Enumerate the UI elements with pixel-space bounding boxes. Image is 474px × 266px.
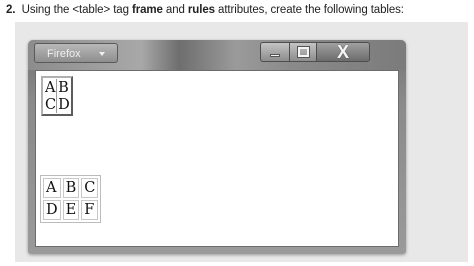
table-row: A B xyxy=(44,79,70,96)
question-number: 2. xyxy=(6,4,16,16)
minimize-icon xyxy=(270,54,280,57)
chevron-down-icon xyxy=(99,52,105,56)
table-row: A B C xyxy=(43,178,99,198)
table-cell: C xyxy=(45,96,58,113)
question-tag: <table> xyxy=(72,4,111,16)
close-button[interactable]: X xyxy=(316,42,370,62)
table-row: D E F xyxy=(43,200,99,220)
table-cell: D xyxy=(58,97,70,113)
question-part: and xyxy=(165,4,185,16)
firefox-menu-label: Firefox xyxy=(47,48,81,60)
page-content: A B C D A B C D E F xyxy=(35,70,399,247)
title-bar[interactable]: Firefox X xyxy=(28,40,406,70)
maximize-icon xyxy=(297,46,310,58)
question-part: attributes, create the following tables: xyxy=(218,4,404,16)
table-all-borders: A B C D E F xyxy=(40,175,102,223)
table-cell: E xyxy=(62,200,80,220)
minimize-button[interactable] xyxy=(260,42,290,62)
table-row: C D xyxy=(44,96,70,113)
question-part: Using the xyxy=(21,4,70,16)
table-cell: D xyxy=(43,200,61,220)
table-cell: F xyxy=(81,200,99,220)
table-cell: B xyxy=(58,80,69,96)
table-frame-box: A B C D xyxy=(41,76,73,116)
table-cell: A xyxy=(45,79,58,96)
question-attr-rules: rules xyxy=(187,4,215,16)
table-cell: A xyxy=(43,178,61,198)
table-cell: C xyxy=(81,178,99,198)
maximize-button[interactable] xyxy=(289,42,317,62)
question-part: tag xyxy=(113,4,129,16)
question-attr-frame: frame xyxy=(131,4,163,16)
question-text: 2. Using the <table> tag frame and rules… xyxy=(6,4,404,16)
close-icon: X xyxy=(336,42,349,62)
firefox-menu-button[interactable]: Firefox xyxy=(34,43,118,63)
browser-window: Firefox X A B C D A B C D E F xyxy=(28,40,406,254)
table-cell: B xyxy=(62,178,80,198)
